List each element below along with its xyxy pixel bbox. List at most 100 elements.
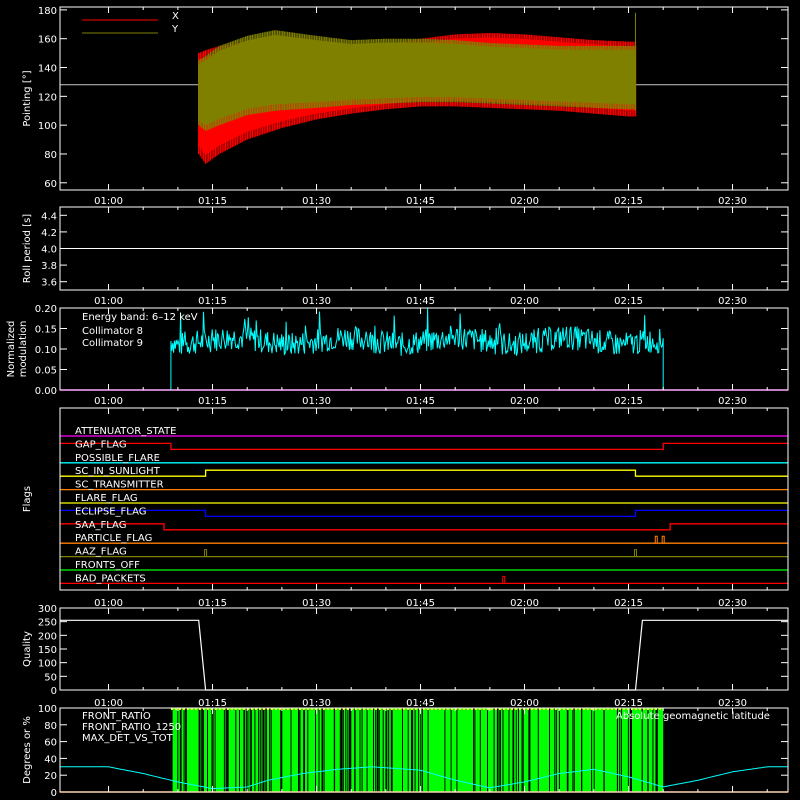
flag-aaz-flag-label: AAZ_FLAG xyxy=(75,547,127,558)
modulation-y-tick-label: 0.15 xyxy=(35,325,57,336)
x-tick-label-p2: 01:00 xyxy=(94,296,123,307)
ratios-legend-front-ratio-1250: FRONT_RATIO_1250 xyxy=(82,722,181,733)
flag-saa-flag-line xyxy=(60,523,788,531)
modulation-y-tick-label: 0.10 xyxy=(35,345,57,356)
x-tick-label-p3: 01:45 xyxy=(406,396,435,407)
x-tick-label-p4: 02:30 xyxy=(718,598,747,609)
ratios-y-tick-label: 20 xyxy=(44,771,57,782)
ratios-y-tick-label: 0 xyxy=(51,788,57,799)
flag-attenuator-state-label: ATTENUATOR_STATE xyxy=(75,426,176,437)
x-tick-label-p3: 02:15 xyxy=(614,396,643,407)
flag-aaz-flag-spike xyxy=(204,549,208,557)
x-tick-label-p4: 01:15 xyxy=(198,598,227,609)
ratios-y-axis-label: Degrees or % xyxy=(22,716,33,784)
modulation-collimator-8 xyxy=(170,308,664,390)
quality-y-tick-label: 100 xyxy=(38,659,57,670)
x-tick-label-p5: 01:45 xyxy=(406,698,435,709)
x-tick-label-p4: 01:30 xyxy=(302,598,331,609)
modulation-y-axis-label: modulation xyxy=(18,321,29,378)
quality-y-tick-label: 250 xyxy=(38,618,57,629)
modulation-energy-band-annotation: Energy band: 6–12 keV xyxy=(82,312,198,323)
roll-y-tick-label: 3.6 xyxy=(41,278,57,289)
flags-y-axis-label: Flags xyxy=(22,486,33,512)
x-tick-label-p2: 01:30 xyxy=(302,296,331,307)
modulation-legend-collimator-8: Collimator 8 xyxy=(82,326,143,337)
x-tick-label-p1: 01:30 xyxy=(302,196,331,207)
roll-y-tick-label: 4.4 xyxy=(41,211,57,222)
flag-particle-flag-spike xyxy=(654,535,658,544)
x-tick-label-p5: 02:15 xyxy=(614,698,643,709)
modulation-y-tick-label: 0.20 xyxy=(35,304,57,315)
ratios-y-tick-label: 40 xyxy=(44,754,57,765)
x-tick-label-p4: 02:00 xyxy=(510,598,539,609)
x-tick-label-p1: 02:15 xyxy=(614,196,643,207)
quality-y-axis-label: Quality xyxy=(22,631,33,667)
flag-aaz-flag-spike xyxy=(633,549,637,557)
x-tick-label-p1: 02:30 xyxy=(718,196,747,207)
x-tick-label-p4: 01:45 xyxy=(406,598,435,609)
modulation-y-tick-label: 0.05 xyxy=(35,366,57,377)
x-tick-label-p5: 01:15 xyxy=(198,698,227,709)
x-tick-label-p3: 01:15 xyxy=(198,396,227,407)
pointing-y-tick-label: 120 xyxy=(38,92,57,103)
x-tick-label-p3: 01:00 xyxy=(94,396,123,407)
ratios-y-tick-label: 60 xyxy=(44,738,57,749)
x-tick-label-p2: 02:00 xyxy=(510,296,539,307)
x-tick-label-p2: 02:15 xyxy=(614,296,643,307)
ratios-y-tick-label: 100 xyxy=(38,704,57,715)
flag-saa-flag-label: SAA_FLAG xyxy=(75,520,126,531)
modulation-legend-collimator-9: Collimator 9 xyxy=(82,338,143,349)
pointing-y-tick-label: 180 xyxy=(38,6,57,17)
pointing-y-tick-label: 100 xyxy=(38,121,57,132)
roll-y-tick-label: 4.0 xyxy=(41,245,57,256)
pointing-y-tick-label: 80 xyxy=(44,150,57,161)
flag-sc-in-sunlight-label: SC_IN_SUNLIGHT xyxy=(75,466,161,477)
x-tick-label-p1: 01:45 xyxy=(406,196,435,207)
x-tick-label-p1: 01:00 xyxy=(94,196,123,207)
x-tick-label-p5: 02:00 xyxy=(510,698,539,709)
x-tick-label-p3: 02:30 xyxy=(718,396,747,407)
roll-y-tick-label: 4.2 xyxy=(41,228,57,239)
x-tick-label-p2: 01:45 xyxy=(406,296,435,307)
flag-gap-flag-line xyxy=(60,442,788,451)
x-tick-label-p2: 02:30 xyxy=(718,296,747,307)
quality-y-tick-label: 0 xyxy=(51,686,57,697)
quality-line xyxy=(60,619,788,691)
roll-y-tick-label: 3.8 xyxy=(41,261,57,272)
flag-flare-flag-label: FLARE_FLAG xyxy=(75,493,138,504)
x-tick-label-p2: 01:15 xyxy=(198,296,227,307)
flag-possible-flare-label: POSSIBLE_FLARE xyxy=(75,453,160,464)
legend-label-y: Y xyxy=(171,24,179,35)
pointing-y-tick-label: 140 xyxy=(38,64,57,75)
quality-y-tick-label: 200 xyxy=(38,631,57,642)
flag-sc-in-sunlight-line xyxy=(60,469,788,477)
flag-bad-packets-label: BAD_PACKETS xyxy=(75,573,146,584)
flag-gap-flag-label: GAP_FLAG xyxy=(75,439,127,450)
x-tick-label-p3: 02:00 xyxy=(510,396,539,407)
roll-y-axis-label: Roll period [s] xyxy=(22,214,33,283)
pointing-y-tick-label: 160 xyxy=(38,35,57,46)
modulation-y-axis-label: Normalized xyxy=(6,321,17,378)
flag-fronts-off-label: FRONTS_OFF xyxy=(75,560,140,571)
flag-eclipse-flag-label: ECLIPSE_FLAG xyxy=(75,506,146,517)
solar-mission-status-figure: 60 80 100 120 140 160 180 01:00 01:15 01:30 01:45 0… xyxy=(6,6,789,799)
flag-particle-flag-label: PARTICLE_FLAG xyxy=(75,533,152,544)
x-tick-label-p1: 01:15 xyxy=(198,196,227,207)
quality-y-tick-label: 300 xyxy=(38,604,57,615)
quality-y-tick-label: 50 xyxy=(44,672,57,683)
x-tick-label-p4: 01:00 xyxy=(94,598,123,609)
flag-sc-transmitter-label: SC_TRANSMITTER xyxy=(75,480,164,491)
x-tick-label-p3: 01:30 xyxy=(302,396,331,407)
modulation-y-tick-label: 0.00 xyxy=(35,386,57,397)
pointing-y-tick-label: 60 xyxy=(44,179,57,190)
x-tick-label-p1: 02:00 xyxy=(510,196,539,207)
flag-particle-flag-spike xyxy=(661,535,665,544)
x-tick-label-p5: 01:30 xyxy=(302,698,331,709)
x-tick-label-p4: 02:15 xyxy=(614,598,643,609)
x-tick-label-p5: 01:00 xyxy=(94,698,123,709)
legend-label-x: X xyxy=(172,11,179,22)
ratios-y-tick-label: 80 xyxy=(44,721,57,732)
ratios-legend-front-ratio: FRONT_RATIO xyxy=(82,711,151,722)
quality-y-tick-label: 150 xyxy=(38,645,57,656)
flag-eclipse-flag-line xyxy=(60,509,788,518)
